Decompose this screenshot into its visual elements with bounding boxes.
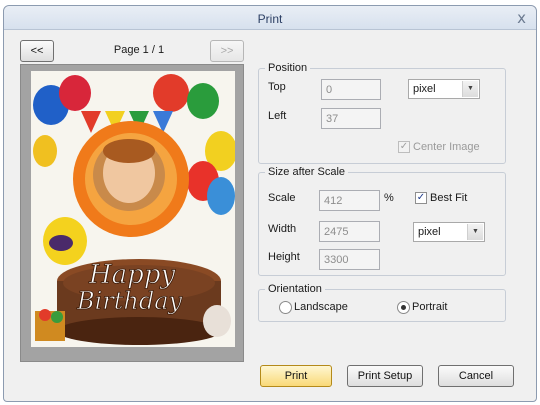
- size-after-scale-legend: Size after Scale: [268, 166, 346, 178]
- size-unit-select[interactable]: pixel ▼: [413, 222, 485, 242]
- print-dialog: Print x << Page 1 / 1 >> Happy Birthday …: [3, 5, 537, 402]
- print-preview-page: Happy Birthday: [31, 71, 235, 347]
- card-text-birthday: Birthday: [76, 287, 183, 315]
- portrait-label: Portrait: [412, 301, 448, 313]
- print-setup-button[interactable]: Print Setup: [347, 365, 423, 387]
- chevron-down-icon: ▼: [467, 224, 483, 240]
- position-unit-select[interactable]: pixel ▼: [408, 79, 480, 99]
- previous-page-button[interactable]: <<: [20, 40, 54, 62]
- width-label: Width: [268, 223, 297, 235]
- best-fit-label: Best Fit: [430, 192, 468, 204]
- position-legend: Position: [268, 62, 308, 74]
- width-input[interactable]: [319, 221, 380, 242]
- window-title: Print: [257, 12, 283, 26]
- scale-label: Scale: [268, 192, 296, 204]
- scale-input[interactable]: [319, 190, 380, 211]
- top-label: Top: [268, 81, 286, 93]
- next-page-button[interactable]: >>: [210, 40, 244, 62]
- close-icon[interactable]: x: [517, 9, 526, 27]
- best-fit-checkbox[interactable]: ✓: [415, 192, 427, 204]
- landscape-radio[interactable]: [279, 301, 292, 314]
- print-preview-frame: Happy Birthday: [20, 64, 244, 362]
- center-image-checkbox[interactable]: ✓: [398, 141, 410, 153]
- chevron-down-icon: ▼: [462, 81, 478, 97]
- position-unit-value: pixel: [413, 83, 436, 95]
- landscape-label: Landscape: [294, 301, 348, 313]
- radio-selected-dot: [401, 305, 406, 310]
- page-indicator: Page 1 / 1: [113, 44, 165, 56]
- height-label: Height: [268, 251, 300, 263]
- center-image-label: Center Image: [413, 141, 480, 153]
- print-button[interactable]: Print: [260, 365, 332, 387]
- title-bar[interactable]: Print x: [4, 6, 536, 30]
- portrait-radio[interactable]: [397, 301, 410, 314]
- size-unit-value: pixel: [418, 226, 441, 238]
- percent-label: %: [384, 192, 394, 204]
- orientation-legend: Orientation: [268, 283, 322, 295]
- left-input[interactable]: [321, 108, 381, 129]
- cancel-button[interactable]: Cancel: [438, 365, 514, 387]
- height-input[interactable]: [319, 249, 380, 270]
- card-text-happy: Happy: [88, 260, 175, 290]
- birthday-card-image: Happy Birthday: [31, 71, 235, 347]
- left-label: Left: [268, 110, 287, 122]
- top-input[interactable]: [321, 79, 381, 100]
